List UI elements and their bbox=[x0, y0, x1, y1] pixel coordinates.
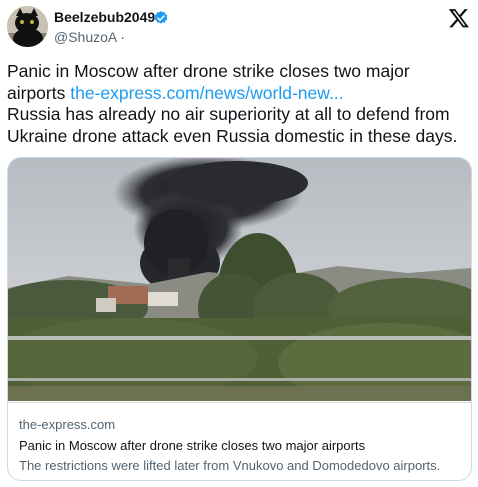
smoke-plume-photo bbox=[8, 158, 471, 401]
card-title[interactable]: Panic in Moscow after drone strike close… bbox=[19, 438, 365, 453]
handle-separator: · bbox=[120, 29, 126, 45]
card-info: the-express.com Panic in Moscow after dr… bbox=[8, 402, 471, 480]
tweet-body: Panic in Moscow after drone strike close… bbox=[7, 61, 473, 147]
tweet-header: Beelzebub2049 @ShuzoA · bbox=[0, 0, 478, 56]
tweet-line: Panic in Moscow after drone strike close… bbox=[7, 61, 410, 81]
card-domain: the-express.com bbox=[19, 417, 116, 432]
tweet-text-prefix: airports bbox=[7, 82, 66, 103]
author-avatar[interactable] bbox=[7, 6, 48, 47]
author-display-name[interactable]: Beelzebub2049 bbox=[54, 9, 155, 25]
author-handle[interactable]: @ShuzoA bbox=[54, 29, 116, 45]
black-cat-avatar-icon bbox=[7, 6, 48, 47]
tweet-line: airports the-express.com/news/world-new.… bbox=[7, 83, 473, 105]
card-description: The restrictions were lifted later from … bbox=[19, 458, 441, 473]
tweet-link[interactable]: the-express.com/news/world-new... bbox=[70, 83, 343, 103]
author-handle-row: @ShuzoA · bbox=[54, 29, 125, 45]
tweet-line: Russia has already no air superiority at… bbox=[7, 104, 450, 124]
link-preview-card[interactable]: the-express.com Panic in Moscow after dr… bbox=[7, 157, 472, 481]
tweet-line: Ukraine drone attack even Russia domesti… bbox=[7, 125, 458, 146]
x-logo-icon[interactable] bbox=[448, 7, 470, 29]
verified-badge-icon bbox=[154, 11, 168, 24]
card-image[interactable] bbox=[8, 158, 471, 401]
